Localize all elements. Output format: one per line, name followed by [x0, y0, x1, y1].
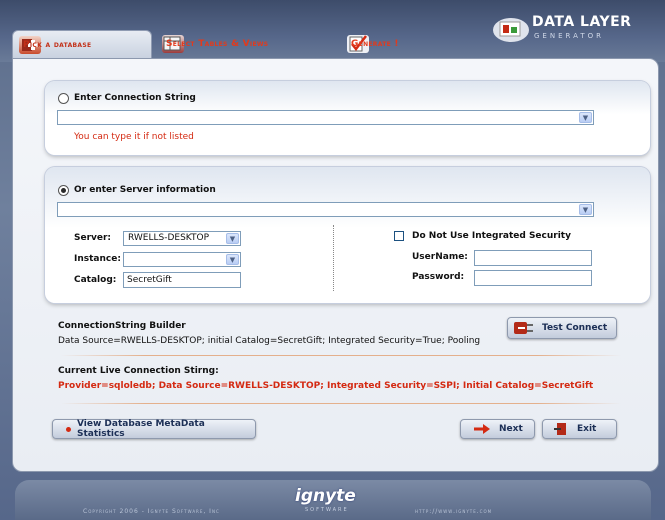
divider: [61, 355, 621, 356]
instance-field-label: Instance:: [74, 254, 121, 264]
server-field-label: Server:: [74, 233, 112, 243]
divider: [333, 225, 334, 291]
tab-select-tables-views[interactable]: Select Tables & Views: [162, 32, 337, 56]
website-link[interactable]: http://www.ignyte.com: [415, 508, 492, 515]
next-button[interactable]: Next: [460, 419, 535, 439]
builder-title: ConnectionString Builder: [58, 321, 186, 331]
main-content: Enter Connection String ▼ You can type i…: [12, 58, 659, 472]
catalog-field-label: Catalog:: [74, 275, 117, 285]
logo-subtitle: GENERATOR: [534, 32, 604, 40]
next-label: Next: [499, 424, 523, 434]
test-connect-label: Test Connect: [542, 323, 608, 333]
connection-string-panel: Enter Connection String ▼ You can type i…: [45, 81, 650, 155]
chevron-down-icon[interactable]: ▼: [579, 204, 592, 215]
server-info-label: Or enter Server information: [74, 185, 216, 195]
username-input[interactable]: [474, 250, 592, 266]
catalog-input[interactable]: SecretGift: [123, 272, 241, 288]
username-label: UserName:: [412, 252, 468, 262]
tab-label: Generate !: [351, 39, 399, 49]
connection-string-radio[interactable]: [58, 93, 69, 104]
exit-button[interactable]: Exit: [542, 419, 617, 439]
connection-string-combo[interactable]: ▼: [57, 110, 594, 125]
chevron-down-icon[interactable]: ▼: [226, 254, 239, 265]
server-info-panel: Or enter Server information ▼ Server: RW…: [45, 167, 650, 303]
arrow-right-icon: [474, 424, 490, 434]
integrated-security-checkbox[interactable]: [394, 231, 404, 241]
tab-generate[interactable]: Generate !: [347, 32, 457, 56]
logo-icon: [493, 18, 529, 42]
chevron-down-icon[interactable]: ▼: [579, 112, 592, 123]
view-metadata-label: View Database MetaData Statistics: [76, 419, 205, 439]
test-connect-button[interactable]: Test Connect: [507, 317, 617, 339]
divider: [61, 403, 621, 404]
builder-text: Data Source=RWELLS-DESKTOP; initial Cata…: [58, 336, 481, 346]
server-info-combo[interactable]: ▼: [57, 202, 594, 217]
view-metadata-button[interactable]: View Database MetaData Statistics: [52, 419, 256, 439]
server-select[interactable]: RWELLS-DESKTOP ▼: [123, 231, 241, 246]
password-input[interactable]: [474, 270, 592, 286]
header-bar: Pick a database Select Tables & Views Ge…: [0, 0, 665, 62]
brand-subtitle: SOFTWARE: [305, 507, 349, 513]
integrated-security-label: Do Not Use Integrated Security: [412, 231, 571, 241]
plug-icon: [514, 322, 533, 334]
connection-string-hint: You can type it if not listed: [74, 132, 194, 142]
exit-door-icon: [554, 423, 566, 435]
footer: Copyright 2006 - Ignyte Software, Inc ig…: [15, 480, 651, 520]
connection-string-label: Enter Connection String: [74, 93, 196, 103]
tab-pick-database[interactable]: Pick a database: [12, 30, 152, 58]
copyright-text: Copyright 2006 - Ignyte Software, Inc: [83, 508, 220, 515]
instance-select[interactable]: ▼: [123, 252, 241, 267]
brand-logo: ignyte: [295, 486, 356, 506]
password-label: Password:: [412, 272, 465, 282]
tab-label: Pick a database: [23, 39, 92, 50]
live-connection-title: Current Live Connection Stirng:: [58, 366, 219, 376]
app-logo: DATA LAYER GENERATOR: [490, 8, 655, 48]
tab-label: Select Tables & Views: [166, 39, 269, 49]
logo-title: DATA LAYER: [532, 14, 632, 30]
exit-label: Exit: [577, 424, 597, 434]
live-connection-text: Provider=sqloledb; Data Source=RWELLS-DE…: [58, 381, 594, 391]
bullet-icon: [66, 426, 71, 432]
chevron-down-icon[interactable]: ▼: [226, 233, 239, 244]
server-info-radio[interactable]: [58, 185, 69, 196]
